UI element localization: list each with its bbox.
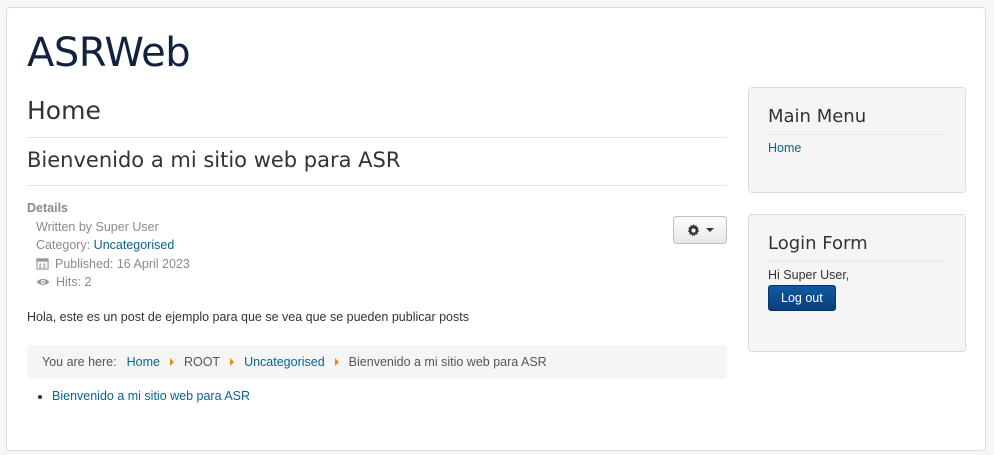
- breadcrumb-item-current: Bienvenido a mi sitio web para ASR: [348, 354, 547, 369]
- breadcrumb-item-root: ROOT: [183, 354, 221, 369]
- article-tools-button[interactable]: [673, 216, 727, 244]
- hits-text: Hits: 2: [56, 275, 92, 289]
- main-content: Home Bienvenido a mi sitio web para ASR …: [27, 88, 727, 403]
- breadcrumb: You are here: Home ROOT Uncategorised Bi…: [27, 344, 727, 379]
- menu-item-home[interactable]: Home: [768, 141, 801, 155]
- list-item: Bienvenido a mi sitio web para ASR: [52, 389, 727, 403]
- page-heading: Home: [27, 88, 727, 138]
- login-form-title: Login Form: [768, 233, 946, 262]
- article-details: Details Written by Super User Category: …: [27, 199, 727, 292]
- article-list: Bienvenido a mi sitio web para ASR: [27, 389, 727, 403]
- login-form-module: Login Form Hi Super User, Log out: [748, 214, 966, 352]
- category-link[interactable]: Uncategorised: [94, 238, 175, 252]
- page-container: ASRWeb Home Bienvenido a mi sitio web pa…: [6, 7, 986, 451]
- category-row: Category: Uncategorised: [27, 236, 727, 255]
- author-row: Written by Super User: [27, 218, 727, 237]
- breadcrumb-separator-icon: [169, 357, 174, 366]
- greeting-text: Hi Super User,: [768, 268, 850, 282]
- gear-icon: [687, 223, 699, 236]
- breadcrumb-item-home[interactable]: Home: [127, 355, 160, 369]
- category-label: Category:: [36, 238, 94, 252]
- eye-icon: [36, 279, 50, 286]
- breadcrumb-label: You are here:: [42, 354, 117, 369]
- logout-button[interactable]: Log out: [768, 285, 836, 311]
- chevron-down-icon: [705, 228, 714, 232]
- details-title: Details: [27, 201, 68, 215]
- author-text: Written by Super User: [36, 219, 159, 234]
- hits-row: Hits: 2: [27, 273, 727, 292]
- site-title[interactable]: ASRWeb: [27, 30, 191, 76]
- article-list-link[interactable]: Bienvenido a mi sitio web para ASR: [52, 389, 250, 403]
- breadcrumb-separator-icon: [334, 357, 339, 366]
- published-row: Published: 16 April 2023: [27, 255, 727, 274]
- breadcrumb-item-uncategorised[interactable]: Uncategorised: [244, 355, 325, 369]
- published-text: Published: 16 April 2023: [55, 256, 190, 271]
- main-menu-title: Main Menu: [768, 106, 946, 135]
- breadcrumb-separator-icon: [230, 357, 235, 366]
- calendar-icon: [36, 258, 49, 270]
- article-title: Bienvenido a mi sitio web para ASR: [27, 138, 727, 186]
- main-menu-module: Main Menu Home: [748, 87, 966, 193]
- article-body: Hola, este es un post de ejemplo para qu…: [27, 309, 469, 324]
